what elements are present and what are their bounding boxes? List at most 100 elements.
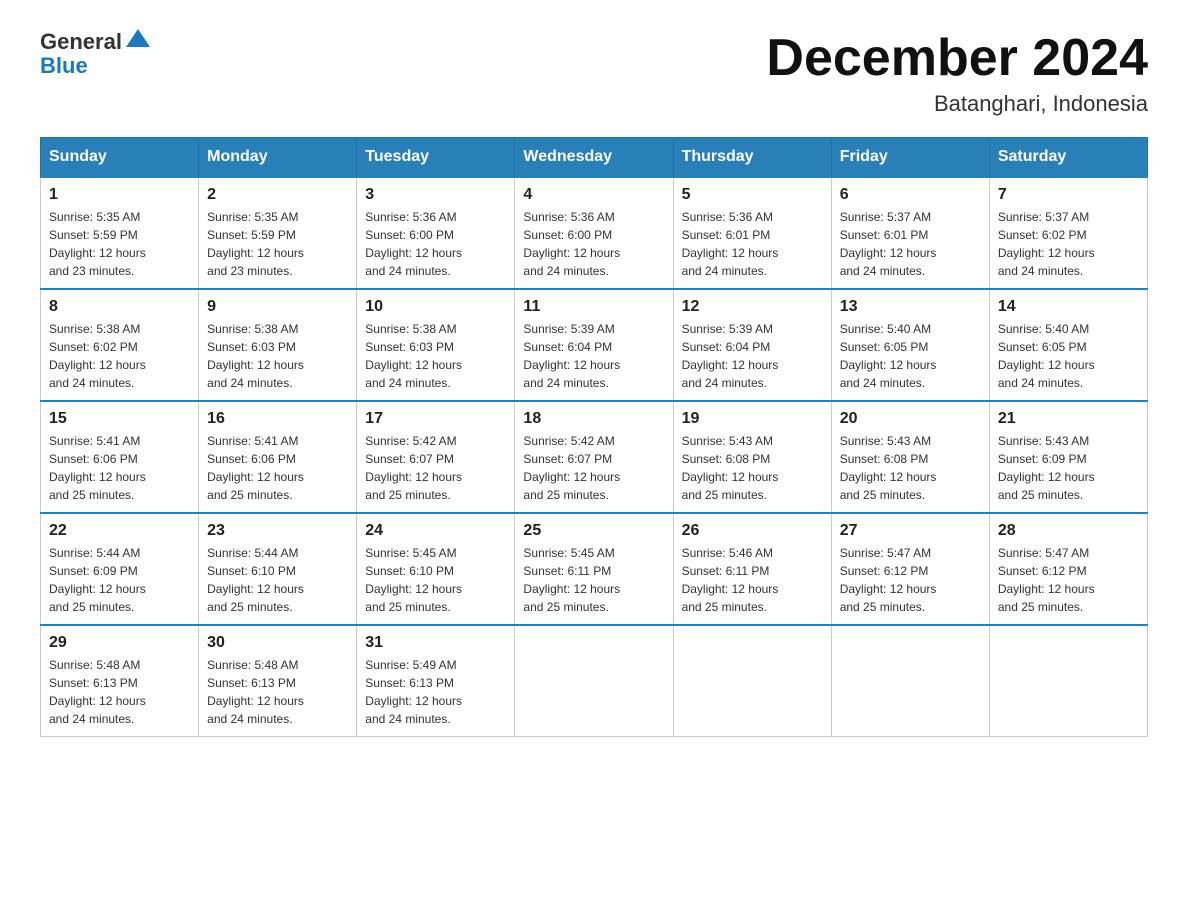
day-detail: Sunrise: 5:47 AM [840,546,931,560]
calendar-cell: 17 Sunrise: 5:42 AMSunset: 6:07 PMDaylig… [357,401,515,513]
day-info: Sunrise: 5:39 AMSunset: 6:04 PMDaylight:… [682,320,823,392]
day-number: 23 [207,522,348,540]
day-detail: Daylight: 12 hours [840,470,937,484]
day-detail: Sunset: 6:08 PM [840,452,929,466]
day-detail: and 23 minutes. [207,264,292,278]
day-number: 11 [523,298,664,316]
day-info: Sunrise: 5:43 AMSunset: 6:08 PMDaylight:… [682,432,823,504]
day-number: 6 [840,186,981,204]
calendar-cell: 30 Sunrise: 5:48 AMSunset: 6:13 PMDaylig… [199,625,357,737]
day-detail: Sunset: 6:03 PM [365,340,454,354]
day-number: 16 [207,410,348,428]
day-detail: and 25 minutes. [682,600,767,614]
day-detail: Daylight: 12 hours [998,582,1095,596]
day-detail: Sunrise: 5:40 AM [840,322,931,336]
day-info: Sunrise: 5:48 AMSunset: 6:13 PMDaylight:… [49,656,190,728]
day-info: Sunrise: 5:37 AMSunset: 6:02 PMDaylight:… [998,208,1139,280]
calendar-cell: 5 Sunrise: 5:36 AMSunset: 6:01 PMDayligh… [673,177,831,289]
day-info: Sunrise: 5:36 AMSunset: 6:01 PMDaylight:… [682,208,823,280]
day-number: 12 [682,298,823,316]
calendar-cell [515,625,673,737]
logo: General Blue [40,30,150,78]
day-info: Sunrise: 5:43 AMSunset: 6:09 PMDaylight:… [998,432,1139,504]
day-detail: and 24 minutes. [207,376,292,390]
header-cell-tuesday: Tuesday [357,138,515,178]
day-info: Sunrise: 5:45 AMSunset: 6:10 PMDaylight:… [365,544,506,616]
day-detail: and 24 minutes. [523,264,608,278]
day-number: 30 [207,634,348,652]
day-detail: Sunset: 6:13 PM [49,676,138,690]
day-number: 17 [365,410,506,428]
day-number: 20 [840,410,981,428]
day-number: 24 [365,522,506,540]
day-detail: Sunrise: 5:37 AM [998,210,1089,224]
day-detail: Sunset: 6:02 PM [998,228,1087,242]
day-detail: Daylight: 12 hours [998,358,1095,372]
day-detail: Daylight: 12 hours [523,246,620,260]
day-detail: and 25 minutes. [523,488,608,502]
calendar-row-5: 29 Sunrise: 5:48 AMSunset: 6:13 PMDaylig… [41,625,1148,737]
calendar-row-2: 8 Sunrise: 5:38 AMSunset: 6:02 PMDayligh… [41,289,1148,401]
day-detail: and 25 minutes. [998,488,1083,502]
day-detail: Sunset: 6:09 PM [49,564,138,578]
day-number: 4 [523,186,664,204]
day-info: Sunrise: 5:43 AMSunset: 6:08 PMDaylight:… [840,432,981,504]
day-info: Sunrise: 5:45 AMSunset: 6:11 PMDaylight:… [523,544,664,616]
calendar-cell: 6 Sunrise: 5:37 AMSunset: 6:01 PMDayligh… [831,177,989,289]
day-detail: Sunset: 6:10 PM [365,564,454,578]
calendar-cell: 15 Sunrise: 5:41 AMSunset: 6:06 PMDaylig… [41,401,199,513]
day-detail: Sunrise: 5:44 AM [49,546,140,560]
day-info: Sunrise: 5:36 AMSunset: 6:00 PMDaylight:… [365,208,506,280]
header-row: SundayMondayTuesdayWednesdayThursdayFrid… [41,138,1148,178]
calendar-cell: 25 Sunrise: 5:45 AMSunset: 6:11 PMDaylig… [515,513,673,625]
calendar-row-3: 15 Sunrise: 5:41 AMSunset: 6:06 PMDaylig… [41,401,1148,513]
day-info: Sunrise: 5:39 AMSunset: 6:04 PMDaylight:… [523,320,664,392]
day-detail: Sunrise: 5:36 AM [682,210,773,224]
day-detail: Sunrise: 5:48 AM [207,658,298,672]
day-detail: Sunset: 6:05 PM [998,340,1087,354]
calendar-cell: 13 Sunrise: 5:40 AMSunset: 6:05 PMDaylig… [831,289,989,401]
day-detail: Sunset: 6:04 PM [682,340,771,354]
calendar-cell: 8 Sunrise: 5:38 AMSunset: 6:02 PMDayligh… [41,289,199,401]
day-number: 7 [998,186,1139,204]
day-detail: Sunrise: 5:35 AM [207,210,298,224]
day-detail: Daylight: 12 hours [840,358,937,372]
day-detail: and 24 minutes. [523,376,608,390]
calendar-cell [673,625,831,737]
day-info: Sunrise: 5:42 AMSunset: 6:07 PMDaylight:… [523,432,664,504]
calendar-cell: 27 Sunrise: 5:47 AMSunset: 6:12 PMDaylig… [831,513,989,625]
day-detail: Sunset: 6:08 PM [682,452,771,466]
day-info: Sunrise: 5:42 AMSunset: 6:07 PMDaylight:… [365,432,506,504]
day-detail: and 24 minutes. [998,264,1083,278]
day-number: 19 [682,410,823,428]
day-info: Sunrise: 5:49 AMSunset: 6:13 PMDaylight:… [365,656,506,728]
calendar-table: SundayMondayTuesdayWednesdayThursdayFrid… [40,137,1148,737]
day-info: Sunrise: 5:48 AMSunset: 6:13 PMDaylight:… [207,656,348,728]
day-detail: Sunset: 6:03 PM [207,340,296,354]
day-detail: Sunset: 6:06 PM [207,452,296,466]
day-detail: Sunset: 6:11 PM [682,564,770,578]
day-detail: Sunrise: 5:42 AM [523,434,614,448]
calendar-cell: 4 Sunrise: 5:36 AMSunset: 6:00 PMDayligh… [515,177,673,289]
day-info: Sunrise: 5:36 AMSunset: 6:00 PMDaylight:… [523,208,664,280]
day-detail: Daylight: 12 hours [365,582,462,596]
day-info: Sunrise: 5:44 AMSunset: 6:10 PMDaylight:… [207,544,348,616]
day-number: 1 [49,186,190,204]
day-detail: and 25 minutes. [49,600,134,614]
day-detail: Daylight: 12 hours [365,358,462,372]
day-detail: Sunrise: 5:41 AM [49,434,140,448]
calendar-title: December 2024 [766,30,1148,87]
day-number: 2 [207,186,348,204]
day-detail: Sunset: 6:10 PM [207,564,296,578]
calendar-cell: 24 Sunrise: 5:45 AMSunset: 6:10 PMDaylig… [357,513,515,625]
calendar-cell: 14 Sunrise: 5:40 AMSunset: 6:05 PMDaylig… [989,289,1147,401]
header-cell-saturday: Saturday [989,138,1147,178]
day-detail: Daylight: 12 hours [682,246,779,260]
day-detail: Daylight: 12 hours [523,582,620,596]
day-detail: and 24 minutes. [682,376,767,390]
calendar-cell: 16 Sunrise: 5:41 AMSunset: 6:06 PMDaylig… [199,401,357,513]
day-detail: Sunset: 6:00 PM [523,228,612,242]
day-detail: and 24 minutes. [365,712,450,726]
calendar-cell: 20 Sunrise: 5:43 AMSunset: 6:08 PMDaylig… [831,401,989,513]
header-cell-sunday: Sunday [41,138,199,178]
